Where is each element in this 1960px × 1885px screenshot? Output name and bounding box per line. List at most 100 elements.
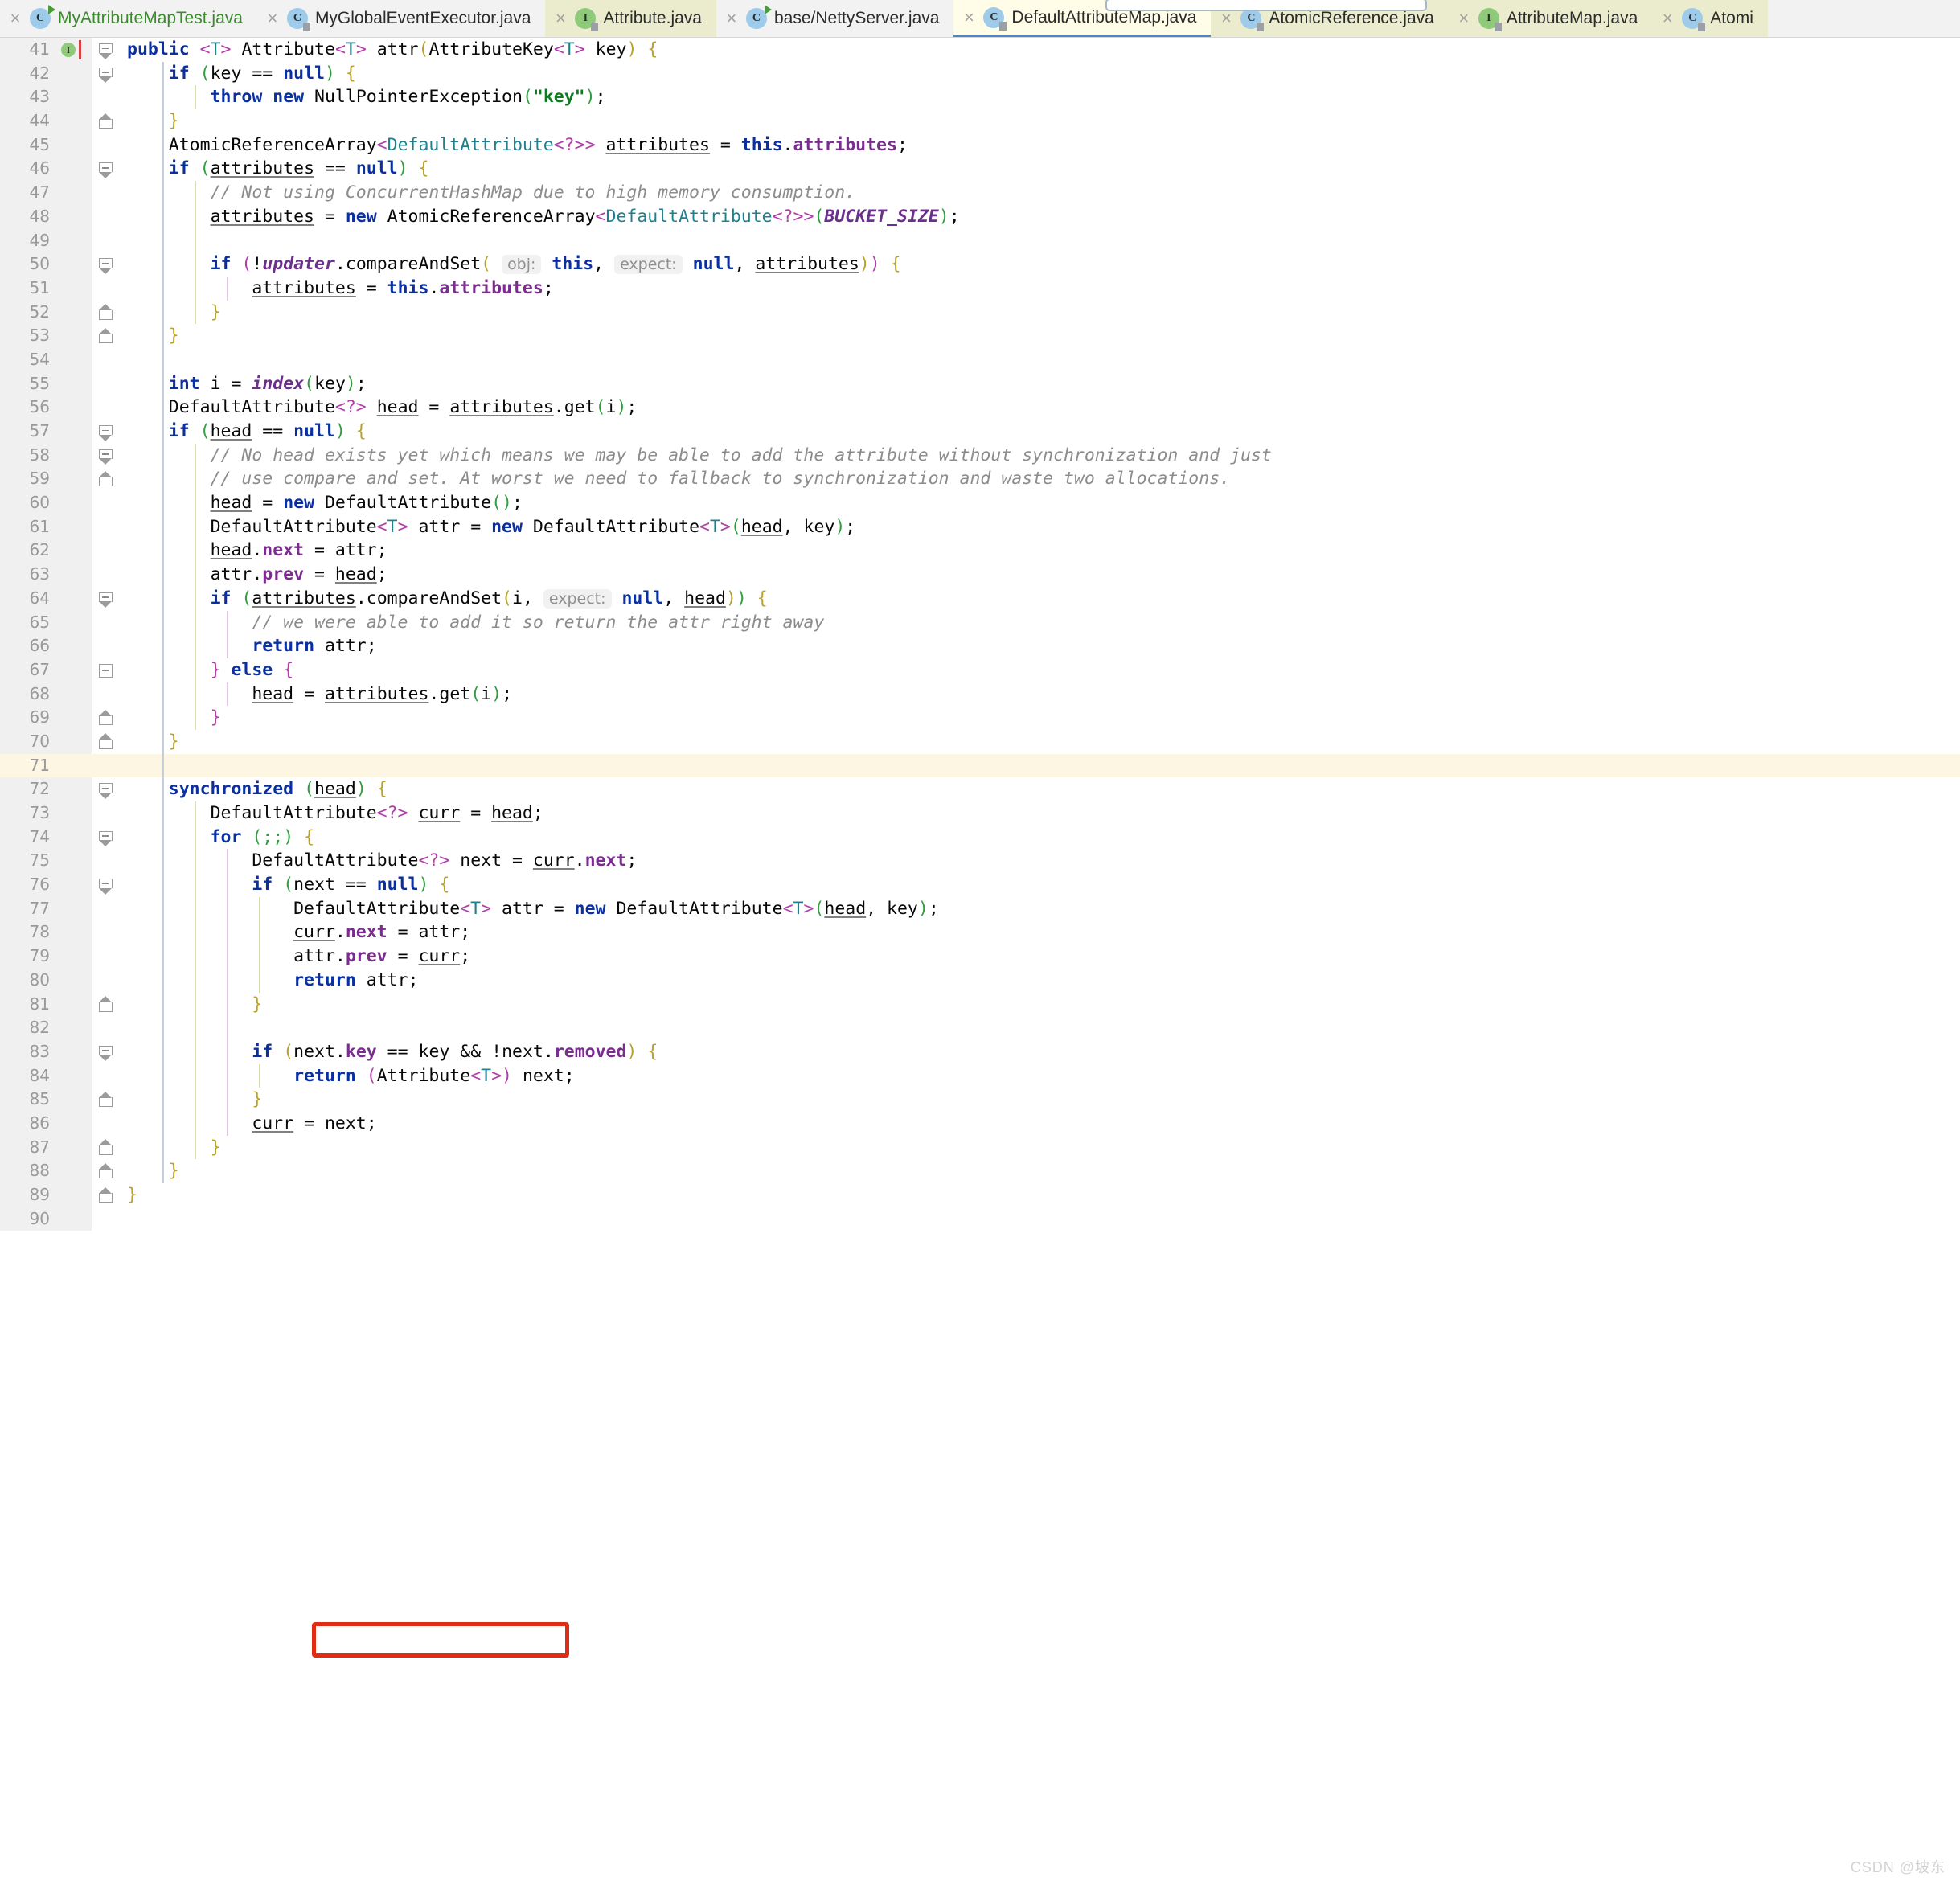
fold-area[interactable] [92,514,124,539]
gutter-marker-area[interactable] [58,753,92,778]
line-number[interactable]: 54 [0,347,58,372]
line-number[interactable]: 68 [0,682,58,707]
gutter-marker-area[interactable] [58,992,92,1017]
gutter-marker-area[interactable] [58,514,92,539]
fold-collapse-icon[interactable] [98,879,113,895]
fold-end-icon[interactable] [98,470,113,487]
code-editor[interactable]: 41 I public <T> Attribute<T> attr(Attrib… [0,38,1960,1885]
fold-end-icon[interactable] [98,1139,113,1155]
fold-end-icon[interactable] [98,733,113,749]
line-number[interactable]: 61 [0,514,58,539]
tab-close-icon[interactable]: × [1457,10,1471,27]
line-number[interactable]: 84 [0,1063,58,1088]
fold-area[interactable] [92,38,124,62]
fold-area[interactable] [92,563,124,587]
gutter-marker-area[interactable] [58,371,92,396]
tab-close-icon[interactable]: × [265,10,280,27]
tab-MyAttributeMapTest[interactable]: × C MyAttributeMapTest.java [0,0,257,37]
gutter-marker-area[interactable] [58,61,92,86]
code-row[interactable]: 59 // use compare and set. At worst we n… [0,467,1960,492]
gutter-marker-area[interactable] [58,896,92,921]
fold-collapse-icon[interactable] [98,1045,113,1062]
code-row[interactable]: 55 int i = index(key); [0,371,1960,396]
fold-collapse-icon[interactable] [98,449,113,465]
gutter-marker-area[interactable] [58,634,92,658]
line-number[interactable]: 65 [0,610,58,635]
code-row[interactable]: 69 } [0,706,1960,730]
code-row[interactable]: 43 throw new NullPointerException("key")… [0,85,1960,110]
fold-area[interactable] [92,992,124,1017]
line-number[interactable]: 80 [0,968,58,993]
gutter-marker-area[interactable] [58,920,92,945]
fold-area[interactable] [92,1088,124,1112]
code-row[interactable]: 54 [0,347,1960,372]
editor-tab-bar[interactable]: × C MyAttributeMapTest.java × C MyGlobal… [0,0,1960,38]
line-number[interactable]: 78 [0,920,58,945]
code-row[interactable]: 64 if (attributes.compareAndSet(i, expec… [0,586,1960,611]
gutter-marker-area[interactable] [58,1183,92,1207]
line-number[interactable]: 64 [0,586,58,611]
line-number[interactable]: 85 [0,1088,58,1112]
line-number[interactable]: 83 [0,1039,58,1064]
code-row[interactable]: 58 // No head exists yet which means we … [0,443,1960,468]
fold-area[interactable] [92,371,124,396]
tab-close-icon[interactable]: × [8,10,23,27]
line-number[interactable]: 76 [0,873,58,897]
fold-area[interactable] [92,706,124,730]
fold-area[interactable] [92,181,124,205]
code-row[interactable]: 47 // Not using ConcurrentHashMap due to… [0,181,1960,205]
fold-area[interactable] [92,658,124,682]
line-number[interactable]: 46 [0,157,58,182]
gutter-marker-area[interactable] [58,1111,92,1136]
gutter-marker-area[interactable] [58,443,92,468]
fold-area[interactable] [92,1039,124,1064]
gutter-marker-area[interactable] [58,563,92,587]
gutter-marker-area[interactable] [58,825,92,850]
tab-MyGlobalEventExecutor[interactable]: × C MyGlobalEventExecutor.java [256,0,546,37]
gutter-marker-area[interactable] [58,706,92,730]
tab-close-icon[interactable]: × [962,8,976,27]
code-row[interactable]: 75 DefaultAttribute<?> next = curr.next; [0,849,1960,874]
line-number[interactable]: 87 [0,1135,58,1160]
fold-collapse-icon[interactable] [98,830,113,847]
fold-area[interactable] [92,420,124,444]
fold-area[interactable] [92,610,124,635]
gutter-marker-area[interactable] [58,1088,92,1112]
tab-AttributeMap[interactable]: × I AttributeMap.java [1448,0,1653,37]
fold-end-icon[interactable] [98,304,113,320]
line-number[interactable]: 56 [0,395,58,420]
line-number[interactable]: 79 [0,945,58,969]
fold-area[interactable] [92,1063,124,1088]
fold-area[interactable] [92,729,124,754]
code-row-annotated[interactable]: 83 if (next.key == key && !next.removed)… [0,1039,1960,1064]
gutter-marker-area[interactable] [58,777,92,801]
fold-area[interactable] [92,324,124,348]
fold-area[interactable] [92,896,124,921]
line-number[interactable]: 66 [0,634,58,658]
gutter-marker-area[interactable] [58,849,92,874]
gutter-marker-area[interactable] [58,204,92,229]
fold-area[interactable] [92,1183,124,1207]
gutter-marker-area[interactable] [58,1016,92,1040]
code-row[interactable]: 60 head = new DefaultAttribute(); [0,491,1960,515]
line-number[interactable]: 52 [0,300,58,325]
code-row[interactable]: 50 if (!updater.compareAndSet( obj: this… [0,252,1960,277]
gutter-marker-area[interactable] [58,1039,92,1064]
line-number[interactable]: 69 [0,706,58,730]
gutter-marker-area[interactable] [58,801,92,826]
fold-end-icon[interactable] [98,996,113,1012]
gutter-marker-area[interactable] [58,157,92,182]
fold-toggle-icon[interactable] [99,663,113,678]
code-row[interactable]: 45 AtomicReferenceArray<DefaultAttribute… [0,133,1960,158]
gutter-marker-area[interactable] [58,133,92,158]
line-number[interactable]: 71 [0,753,58,778]
code-row[interactable]: 90 [0,1207,1960,1231]
code-row[interactable]: 68 head = attributes.get(i); [0,682,1960,707]
line-number[interactable]: 47 [0,181,58,205]
line-number[interactable]: 70 [0,729,58,754]
gutter-marker-area[interactable] [58,1135,92,1160]
code-row[interactable]: 86 curr = next; [0,1111,1960,1136]
gutter-marker-area[interactable] [58,300,92,325]
line-number[interactable]: 44 [0,109,58,133]
code-row[interactable]: 76 if (next == null) { [0,873,1960,897]
